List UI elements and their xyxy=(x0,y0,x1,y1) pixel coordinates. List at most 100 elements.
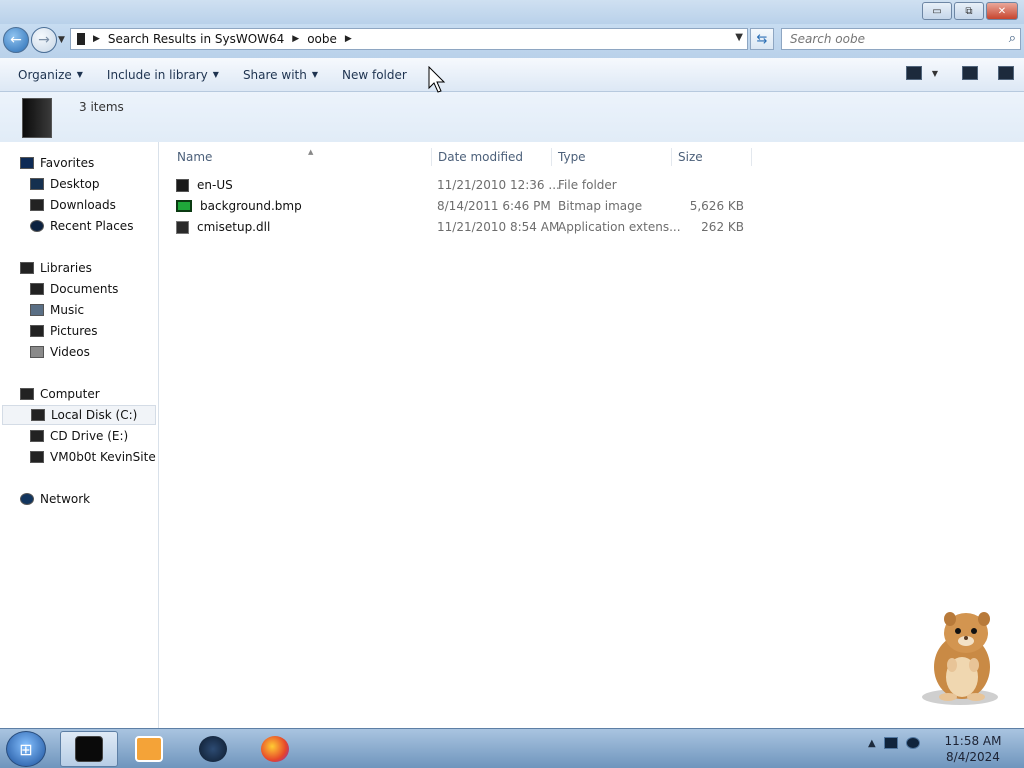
taskbar: ⊞ ▲ 11:58 AM 8/4/2024 xyxy=(0,728,1024,768)
include-in-library-button[interactable]: Include in library ▼ xyxy=(99,68,227,82)
star-icon xyxy=(20,157,34,169)
column-label: Size xyxy=(678,150,703,164)
folder-icon xyxy=(176,178,189,192)
breadcrumb-search-results[interactable]: Search Results in SysWOW64 xyxy=(108,32,284,46)
nav-network-share[interactable]: VM0b0t KevinSite xyxy=(30,447,156,467)
nav-music[interactable]: Music xyxy=(30,300,84,320)
nav-favorites[interactable]: Favorites xyxy=(20,153,94,173)
clock-time: 11:58 AM xyxy=(944,734,1002,748)
sort-arrow-icon: ▲ xyxy=(308,148,314,156)
new-folder-button[interactable]: New folder xyxy=(334,68,415,82)
nav-network[interactable]: Network xyxy=(20,489,90,509)
share-with-label: Share with xyxy=(242,67,307,82)
taskbar-explorer[interactable] xyxy=(60,731,118,767)
change-view-icon[interactable] xyxy=(905,66,922,80)
file-row[interactable]: background.bmp 8/14/2011 6:46 PM Bitmap … xyxy=(176,197,756,217)
help-icon[interactable] xyxy=(998,66,1014,80)
mouse-cursor-icon xyxy=(428,66,446,93)
command-bar: Organize ▼ Include in library ▼ Share with… xyxy=(0,58,1024,92)
search-icon[interactable]: ⌕ xyxy=(1009,31,1016,46)
clock[interactable]: 11:58 AM 8/4/2024 xyxy=(938,733,1008,765)
chevron-down-icon[interactable]: ▼ xyxy=(932,69,938,78)
nav-videos[interactable]: Videos xyxy=(30,342,90,362)
network-drive-icon xyxy=(30,451,44,463)
column-header-name[interactable]: Name ▲ xyxy=(171,148,432,166)
back-button[interactable]: ← xyxy=(3,27,29,53)
nav-label: Desktop xyxy=(50,177,100,191)
nav-documents[interactable]: Documents xyxy=(30,279,118,299)
organize-button[interactable]: Organize ▼ xyxy=(10,68,91,82)
close-button[interactable]: ✕ xyxy=(986,2,1018,20)
forward-button[interactable]: → xyxy=(31,27,57,53)
column-label: Name xyxy=(177,150,213,164)
nav-downloads[interactable]: Downloads xyxy=(30,195,116,215)
explorer-icon xyxy=(75,736,103,762)
media-player-icon xyxy=(135,736,163,762)
file-type: File folder xyxy=(558,178,617,192)
column-label: Date modified xyxy=(438,150,524,164)
file-list: Name ▲ Date modified Type Size en-US 11/… xyxy=(160,142,1024,728)
address-row: ← → ▼ ▶ Search Results in SysWOW64 ▶ oob… xyxy=(0,24,1024,58)
nav-label: Recent Places xyxy=(50,219,134,233)
show-hidden-icons-icon[interactable]: ▲ xyxy=(868,738,876,749)
taskbar-media-player[interactable] xyxy=(120,731,178,767)
column-header-type[interactable]: Type xyxy=(552,148,672,166)
nav-cd-drive[interactable]: CD Drive (E:) xyxy=(30,426,128,446)
details-header: 3 items xyxy=(0,92,1024,142)
taskbar-app-globe[interactable] xyxy=(184,731,242,767)
breadcrumb-oobe[interactable]: oobe xyxy=(307,32,337,46)
volume-icon[interactable] xyxy=(905,737,920,749)
nav-computer[interactable]: Computer xyxy=(20,384,100,404)
nav-desktop[interactable]: Desktop xyxy=(30,174,100,194)
address-dropdown-icon[interactable]: ▼ xyxy=(735,32,743,43)
recent-pages-dropdown[interactable]: ▼ xyxy=(58,35,65,45)
chevron-right-icon[interactable]: ▶ xyxy=(93,34,100,44)
hamster-mascot xyxy=(922,612,998,705)
globe-icon xyxy=(199,736,227,762)
chevron-down-icon: ▼ xyxy=(212,70,219,79)
network-status-icon[interactable] xyxy=(883,737,898,749)
nav-recent-places[interactable]: Recent Places xyxy=(30,216,133,236)
column-header-date-modified[interactable]: Date modified xyxy=(432,148,552,166)
preview-pane-icon[interactable] xyxy=(962,66,978,80)
file-size: 262 KB xyxy=(701,220,744,234)
file-row[interactable]: cmisetup.dll 11/21/2010 8:54 AM Applicat… xyxy=(176,218,756,238)
file-date: 8/14/2011 6:46 PM xyxy=(437,199,551,213)
search-box[interactable]: ⌕ xyxy=(781,28,1021,50)
nav-label: Pictures xyxy=(50,324,98,338)
folder-icon xyxy=(22,98,52,138)
address-bar[interactable]: ▶ Search Results in SysWOW64 ▶ oobe ▶ ▼ xyxy=(70,28,748,50)
navigation-pane: Favorites Desktop Downloads Recent Place… xyxy=(0,142,159,728)
nav-pictures[interactable]: Pictures xyxy=(30,321,98,341)
file-row[interactable]: en-US 11/21/2010 12:36 ... File folder xyxy=(176,176,756,196)
nav-label: Videos xyxy=(50,345,90,359)
dll-file-icon xyxy=(176,220,189,234)
taskbar-firefox[interactable] xyxy=(246,731,304,767)
file-name: en-US xyxy=(197,178,233,192)
organize-label: Organize xyxy=(18,67,72,82)
minimize-button[interactable]: ▭ xyxy=(922,2,952,20)
view-controls: ▼ xyxy=(905,66,1014,80)
bitmap-image-icon xyxy=(176,200,192,212)
file-name-cell: background.bmp xyxy=(176,199,302,213)
nav-libraries[interactable]: Libraries xyxy=(20,258,92,278)
column-label: Type xyxy=(558,150,586,164)
file-name-cell: cmisetup.dll xyxy=(176,220,270,234)
nav-label: Local Disk (C:) xyxy=(51,408,138,422)
nav-local-disk[interactable]: Local Disk (C:) xyxy=(2,405,156,425)
chevron-right-icon[interactable]: ▶ xyxy=(345,34,352,44)
start-button[interactable]: ⊞ xyxy=(6,731,46,767)
file-type: Bitmap image xyxy=(558,199,643,213)
column-header-size[interactable]: Size xyxy=(672,148,752,166)
documents-icon xyxy=(30,283,44,295)
firefox-icon xyxy=(261,736,289,762)
title-bar: ▭ ⧉ ✕ xyxy=(0,0,1024,24)
search-input[interactable] xyxy=(790,32,995,46)
file-name: cmisetup.dll xyxy=(197,220,271,234)
maximize-button[interactable]: ⧉ xyxy=(954,2,984,20)
nav-label: Libraries xyxy=(40,261,92,275)
chevron-right-icon[interactable]: ▶ xyxy=(292,34,299,44)
system-tray: ▲ xyxy=(868,737,920,749)
share-with-button[interactable]: Share with ▼ xyxy=(235,68,326,82)
refresh-button[interactable]: ⇆ xyxy=(750,28,774,50)
